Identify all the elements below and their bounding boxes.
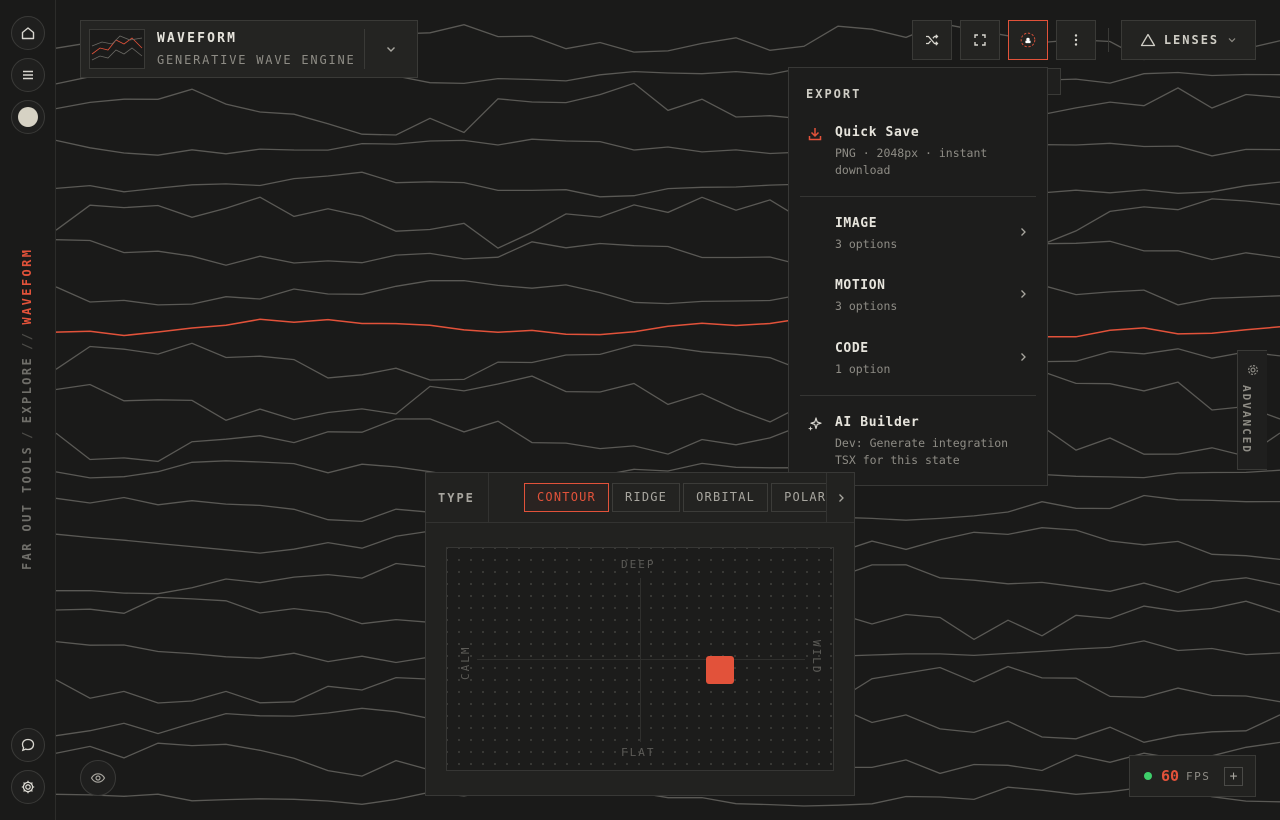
- export-button[interactable]: [1008, 20, 1048, 60]
- menu-icon: [23, 70, 33, 80]
- status-dot: [1144, 772, 1152, 780]
- export-group-desc: 3 options: [835, 237, 898, 251]
- breadcrumb: FAR OUT TOOLS / EXPLORE // WAVEFORM: [20, 248, 34, 570]
- xy-pad[interactable]: DEEP FLAT CALM WILD: [446, 547, 834, 771]
- wave-line: [55, 408, 1280, 463]
- wave-line: [55, 138, 1280, 157]
- wave-line: [55, 279, 1280, 306]
- sparkle-icon: [808, 417, 822, 431]
- quick-save-title: Quick Save: [835, 125, 920, 140]
- gear-icon: [1248, 365, 1258, 375]
- theme-dot-icon: [18, 107, 38, 127]
- shuffle-icon: [926, 34, 939, 46]
- export-group-title: MOTION: [835, 278, 886, 293]
- fps-meter: 60 FPS +: [1129, 755, 1256, 797]
- export-group-title: IMAGE: [835, 216, 878, 231]
- fullscreen-button[interactable]: [960, 20, 1000, 60]
- theme-toggle[interactable]: [11, 100, 45, 134]
- divider: [488, 473, 489, 523]
- wave-line-highlighted: [55, 317, 1280, 338]
- pad-label-right: WILD: [810, 640, 823, 675]
- download-icon: [808, 128, 822, 141]
- export-group-desc: 3 options: [835, 299, 898, 313]
- ai-builder-desc: Dev: Generate integration TSX for this s…: [835, 436, 1009, 467]
- export-icon: [1020, 32, 1036, 48]
- pad-axis: [477, 659, 805, 660]
- export-group-title: CODE: [835, 341, 869, 356]
- export-group-desc: 1 option: [835, 362, 891, 376]
- lenses-label: LENSES: [1163, 33, 1220, 47]
- home-button[interactable]: [11, 16, 45, 50]
- breadcrumb-current: WAVEFORM: [20, 247, 34, 325]
- pad-label-bottom: FLAT: [621, 746, 656, 759]
- type-bar: TYPE CONTOUR RIDGE ORBITAL POLAR: [426, 473, 854, 523]
- ai-builder-item[interactable]: AI Builder Dev: Generate integration TSX…: [789, 415, 1047, 471]
- pad-label-left: CALM: [459, 645, 472, 681]
- lenses-button[interactable]: LENSES: [1121, 20, 1256, 60]
- shuffle-button[interactable]: [912, 20, 952, 60]
- eye-icon: [90, 773, 106, 783]
- chevron-right-icon: [838, 494, 844, 502]
- fullscreen-icon: [974, 34, 986, 46]
- fps-unit: FPS: [1186, 770, 1211, 783]
- breadcrumb-separator: /: [20, 429, 34, 439]
- preset-selector[interactable]: WAVEFORM GENERATIVE WAVE ENGINE: [80, 20, 418, 78]
- divider: [800, 395, 1036, 396]
- fps-value: 60: [1161, 767, 1180, 785]
- type-option-ridge[interactable]: RIDGE: [611, 483, 681, 512]
- preset-dropdown-button[interactable]: [365, 43, 417, 55]
- menu-button[interactable]: [11, 58, 45, 92]
- chat-icon: [21, 738, 35, 752]
- wave-line: [55, 196, 1280, 249]
- breadcrumb-separator: //: [20, 330, 34, 350]
- chat-button[interactable]: [11, 728, 45, 762]
- type-panel: TYPE CONTOUR RIDGE ORBITAL POLAR DEEP FLAT …: [425, 472, 855, 796]
- export-menu-heading: EXPORT: [806, 87, 862, 101]
- chevron-right-icon: [1021, 290, 1026, 298]
- type-option-orbital[interactable]: ORBITAL: [683, 483, 769, 512]
- visibility-toggle[interactable]: [80, 760, 116, 796]
- toolbar-divider: [1108, 28, 1109, 52]
- wave-line: [55, 239, 1280, 273]
- divider: [800, 196, 1036, 197]
- chevron-down-icon: [1228, 38, 1236, 43]
- more-button[interactable]: [1056, 20, 1096, 60]
- quick-save-item[interactable]: Quick Save PNG · 2048px · instant downlo…: [789, 125, 1047, 181]
- preset-thumbnail: [89, 29, 145, 69]
- type-option-contour[interactable]: CONTOUR: [524, 483, 609, 512]
- type-label: TYPE: [438, 491, 475, 505]
- preset-title: WAVEFORM: [157, 31, 238, 46]
- xy-pad-handle[interactable]: [706, 656, 734, 684]
- advanced-tab[interactable]: ADVANCED: [1237, 350, 1267, 470]
- more-icon: [1074, 34, 1078, 46]
- fps-expand-button[interactable]: +: [1224, 767, 1243, 786]
- breadcrumb-section[interactable]: EXPLORE: [20, 356, 34, 423]
- chevron-down-icon: [387, 47, 395, 52]
- left-rail: FAR OUT TOOLS / EXPLORE // WAVEFORM: [0, 0, 56, 820]
- wave-line: [55, 171, 1280, 198]
- gear-icon: [21, 780, 35, 794]
- advanced-label: ADVANCED: [1240, 385, 1253, 454]
- export-code-item[interactable]: CODE 1 option: [789, 341, 1047, 381]
- quick-save-desc: PNG · 2048px · instant download: [835, 146, 988, 177]
- home-icon: [21, 27, 35, 40]
- ai-builder-title: AI Builder: [835, 415, 920, 430]
- type-scroll-next-button[interactable]: [826, 473, 854, 523]
- type-option-polar[interactable]: POLAR: [771, 483, 826, 512]
- chevron-right-icon: [1021, 353, 1026, 361]
- type-options: CONTOUR RIDGE ORBITAL POLAR: [524, 483, 826, 513]
- wave-line: [55, 370, 1280, 423]
- export-motion-item[interactable]: MOTION 3 options: [789, 278, 1047, 318]
- wave-line: [55, 342, 1280, 381]
- breadcrumb-root[interactable]: FAR OUT TOOLS: [20, 445, 34, 570]
- preset-subtitle: GENERATIVE WAVE ENGINE: [157, 53, 356, 67]
- settings-button[interactable]: [11, 770, 45, 804]
- pad-label-top: DEEP: [621, 558, 656, 571]
- export-menu: EXPORT Quick Save PNG · 2048px · instant…: [788, 67, 1048, 486]
- triangle-icon: [1140, 33, 1155, 47]
- chevron-right-icon: [1021, 228, 1026, 236]
- export-image-item[interactable]: IMAGE 3 options: [789, 216, 1047, 256]
- pad-axis: [640, 578, 641, 742]
- wave-line: [55, 82, 1280, 141]
